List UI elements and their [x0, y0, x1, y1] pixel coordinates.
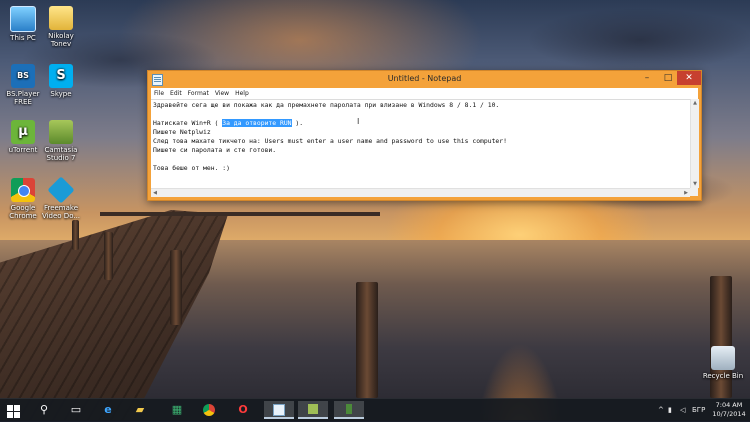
text-line: Натискате Win+R ( За да отворите RUN ).	[153, 119, 303, 128]
scroll-down-icon[interactable]: ▼	[691, 180, 699, 188]
vertical-scrollbar[interactable]: ▲ ▼	[690, 99, 699, 188]
volume-icon[interactable]: ◁	[680, 399, 685, 421]
text-segment: ).	[291, 119, 304, 127]
language-indicator[interactable]: БГР	[692, 399, 705, 421]
store-icon: ▦	[171, 403, 183, 416]
taskbar-notepad[interactable]	[264, 401, 294, 419]
file-explorer-icon: ▰	[135, 403, 145, 416]
notepad-icon	[273, 404, 285, 416]
wallpaper-post	[356, 282, 378, 398]
task-view-icon: ▭	[70, 403, 82, 416]
menu-format[interactable]: Format	[185, 88, 212, 99]
search-icon: ⚲	[39, 403, 49, 416]
menu-help[interactable]: Help	[232, 88, 252, 99]
resize-grip[interactable]	[690, 188, 698, 196]
wallpaper-pier-rail	[100, 212, 380, 216]
taskbar-camtasia[interactable]	[298, 401, 328, 419]
wallpaper-post	[170, 250, 182, 325]
internet-explorer-icon: e	[104, 403, 112, 416]
text-cursor-icon: I	[357, 117, 360, 126]
text-line: След това махате тикчето на: Users must …	[153, 137, 507, 145]
menu-file[interactable]: File	[151, 88, 167, 99]
skype-icon: S	[49, 64, 73, 88]
wallpaper-post	[104, 232, 113, 280]
clock-time: 7:04 AM	[715, 401, 743, 409]
notepad-window[interactable]: Untitled - Notepad – □ ✕ File Edit Format V…	[147, 70, 702, 201]
selected-text: За да отворите RUN	[222, 119, 292, 127]
desktop-icon-skype[interactable]: S Skype	[38, 64, 84, 98]
desktop-icon-label: Freemake Video Do...	[41, 204, 81, 220]
clock[interactable]: 7:04 AM 10/7/2014	[711, 401, 747, 419]
taskbar-store[interactable]: ▦	[166, 401, 188, 419]
start-icon	[7, 405, 20, 418]
scroll-up-icon[interactable]: ▲	[691, 99, 699, 107]
chrome-icon	[11, 178, 35, 202]
menu-view[interactable]: View	[212, 88, 232, 99]
desktop-icon-label: Nikolay Tonev	[48, 32, 74, 48]
taskbar: ⚲ ▭ e ▰ ▦ O ^ ▮ ◁ БГР 7:04 AM 10/7/2014	[0, 398, 750, 421]
bsplayer-icon: BS	[11, 64, 35, 88]
camtasia-icon	[49, 120, 73, 144]
minimize-button[interactable]: –	[636, 71, 658, 85]
opera-icon: O	[238, 403, 248, 416]
user-folder-icon	[49, 6, 73, 30]
network-icon[interactable]: ▮	[668, 399, 672, 421]
maximize-button[interactable]: □	[657, 71, 679, 85]
desktop-icon-label: Recycle Bin	[702, 372, 744, 380]
text-line: Това беше от мен. :)	[153, 164, 230, 172]
text-segment: Натискате Win+R (	[153, 119, 223, 127]
freemake-icon	[47, 176, 75, 204]
close-button[interactable]: ✕	[677, 71, 701, 85]
taskbar-opera[interactable]: O	[232, 401, 254, 419]
desktop-icon-label: Skype	[50, 90, 72, 98]
scroll-right-icon[interactable]: ▶	[682, 189, 690, 197]
computer-icon	[10, 6, 36, 32]
text-editor[interactable]: Здравейте сега ще ви покажа как да према…	[151, 99, 690, 189]
tray-chevron-icon[interactable]: ^	[658, 399, 664, 421]
text-line: Пишете Netplwiz	[153, 128, 211, 136]
camtasia-icon	[308, 404, 318, 414]
menu-edit[interactable]: Edit	[167, 88, 185, 99]
desktop-icon-user-folder[interactable]: Nikolay Tonev	[38, 6, 84, 48]
taskbar-chrome[interactable]	[198, 401, 220, 419]
utorrent-icon: µ	[11, 120, 35, 144]
text-line: Здравейте сега ще ви покажа как да према…	[153, 101, 500, 109]
task-view-button[interactable]: ▭	[65, 401, 87, 419]
text-line: Пишете си паролата и сте готови.	[153, 146, 277, 154]
search-button[interactable]: ⚲	[33, 401, 55, 419]
chrome-icon	[203, 404, 215, 416]
window-title: Untitled - Notepad	[387, 74, 462, 83]
horizontal-scrollbar[interactable]: ◀ ▶	[151, 188, 690, 197]
scroll-left-icon[interactable]: ◀	[151, 189, 159, 197]
recycle-bin-icon	[711, 346, 735, 370]
desktop-icon-camtasia[interactable]: Camtasia Studio 7	[38, 120, 84, 162]
desktop-icon-freemake[interactable]: Freemake Video Do...	[38, 176, 84, 220]
taskbar-file-explorer[interactable]: ▰	[129, 401, 151, 419]
wallpaper-post	[72, 220, 79, 250]
clock-date: 10/7/2014	[712, 410, 746, 418]
taskbar-internet-explorer[interactable]: e	[97, 401, 119, 419]
desktop-icon-recycle-bin[interactable]: Recycle Bin	[700, 346, 746, 380]
taskbar-recorder[interactable]	[334, 401, 364, 419]
menu-bar: File Edit Format View Help	[151, 88, 698, 99]
desktop[interactable]: This PC Nikolay Tonev BS BS.Player FREE …	[0, 0, 750, 420]
recorder-icon	[346, 404, 352, 414]
start-button[interactable]	[1, 401, 23, 419]
desktop-icon-label: Camtasia Studio 7	[44, 146, 78, 162]
notepad-titlebar[interactable]: Untitled - Notepad – □ ✕	[148, 71, 701, 87]
